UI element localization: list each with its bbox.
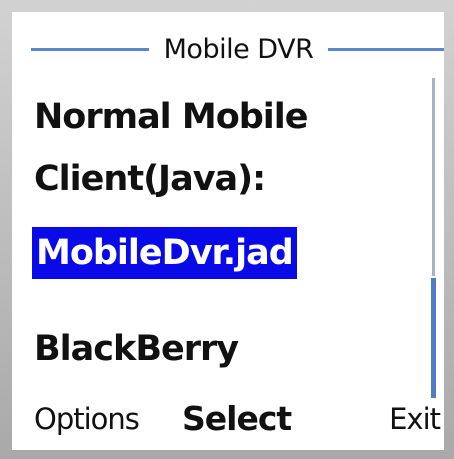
content-heading-line1: Normal Mobile: [34, 97, 309, 137]
phone-frame: Mobile DVR Normal Mobile Client(Java): M…: [0, 0, 454, 459]
title-rule-right: [328, 48, 444, 51]
jad-download-link[interactable]: MobileDvr.jad: [32, 227, 297, 279]
content-heading-line2: Client(Java):: [34, 159, 266, 199]
exit-softkey[interactable]: Exit: [389, 394, 441, 444]
scroll-thumb[interactable]: [431, 278, 436, 398]
blackberry-item[interactable]: BlackBerry: [34, 324, 239, 374]
scrollbar[interactable]: [430, 78, 438, 398]
select-softkey[interactable]: Select: [182, 394, 292, 444]
title-rule-left: [31, 48, 149, 51]
app-title: Mobile DVR: [163, 34, 314, 65]
phone-screen: Mobile DVR Normal Mobile Client(Java): M…: [12, 12, 444, 450]
options-softkey[interactable]: Options: [34, 394, 140, 444]
title-bar: Mobile DVR: [12, 30, 444, 70]
scroll-track: [432, 78, 435, 276]
